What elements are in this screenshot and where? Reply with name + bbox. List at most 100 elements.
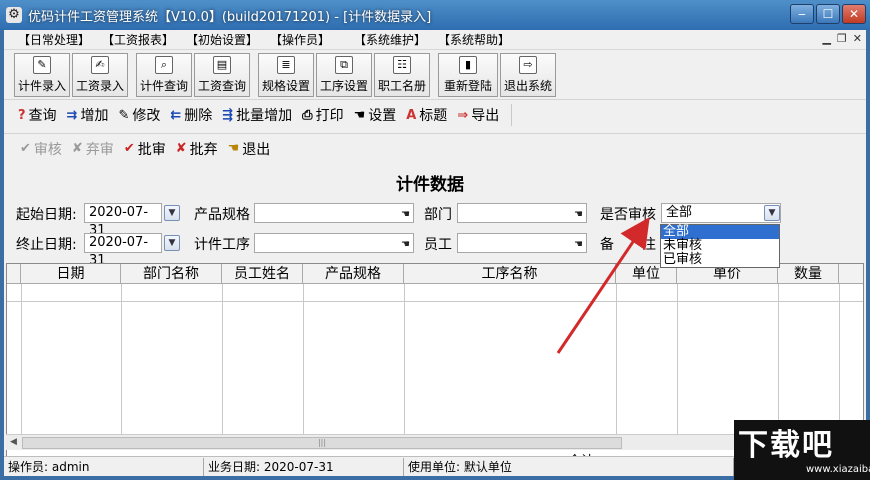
- spec-settings-button[interactable]: ≣ 规格设置: [258, 52, 314, 97]
- end-date-field[interactable]: 2020-07-31: [84, 233, 162, 268]
- wage-entry-icon: ✍: [91, 55, 109, 74]
- column-header[interactable]: 工序名称: [404, 264, 616, 284]
- relogin-button[interactable]: ▮ 重新登陆: [438, 52, 498, 97]
- start-date-field[interactable]: 2020-07-31: [84, 203, 162, 238]
- query-button[interactable]: ? 查询: [18, 105, 57, 125]
- status-business-date: 业务日期: 2020-07-31: [204, 457, 404, 476]
- scroll-left-icon[interactable]: ◀: [10, 437, 17, 447]
- title-bar: ⚙ 优码计件工资管理系统【V10.0】(build20171201) - [计件…: [0, 0, 870, 30]
- edit-button[interactable]: ✎ 修改: [118, 105, 160, 125]
- batch-audit-button[interactable]: ✔ 批审: [124, 139, 166, 159]
- print-icon: ⎙: [302, 107, 313, 123]
- column-header[interactable]: 部门名称: [121, 264, 222, 284]
- end-date-dropdown-icon[interactable]: ▼: [164, 235, 180, 251]
- audit-option[interactable]: 已审核: [661, 253, 779, 267]
- scroll-thumb[interactable]: |||: [22, 437, 622, 449]
- column-header[interactable]: 日期: [21, 264, 121, 284]
- settings-icon: ☚: [353, 107, 366, 123]
- menu-bar: 【日常处理】 【工资报表】 【初始设置】 【操作员】 【系统维护】 【系统帮助】…: [4, 30, 866, 50]
- audit-select[interactable]: 全部: [661, 203, 781, 223]
- title-button[interactable]: A 标题: [406, 105, 447, 125]
- audit-dropdown-list: 全部 未审核 已审核: [660, 224, 780, 268]
- watermark-url: www.xiazaiba.com: [806, 464, 870, 475]
- delete-button[interactable]: ⇇ 删除: [170, 105, 212, 125]
- minimize-button[interactable]: ‒: [790, 4, 814, 24]
- maximize-button[interactable]: ☐: [816, 4, 840, 24]
- end-date-label: 终止日期:: [16, 237, 77, 253]
- watermark-text: 下载吧: [738, 428, 834, 463]
- print-button[interactable]: ⎙ 打印: [302, 105, 343, 125]
- add-button[interactable]: ⇉ 增加: [67, 105, 109, 125]
- menu-system-help[interactable]: 【系统帮助】: [424, 31, 510, 48]
- unaudit-button[interactable]: ✘ 弃审: [72, 139, 114, 159]
- audit-button[interactable]: ✔ 审核: [20, 139, 62, 159]
- app-icon[interactable]: ⚙: [6, 7, 22, 23]
- audit-dropdown-icon[interactable]: ▼: [764, 205, 780, 221]
- piece-query-button[interactable]: ⌕ 计件查询: [136, 52, 192, 97]
- exit-icon: ☚: [227, 141, 240, 156]
- piece-entry-button[interactable]: ✎ 计件录入: [14, 52, 70, 97]
- batch-reject-icon: ✘: [175, 141, 187, 156]
- pick-icon[interactable]: ☚: [574, 236, 583, 254]
- piece-query-icon: ⌕: [155, 55, 173, 74]
- action-toolbar: ? 查询 ⇉ 增加 ✎ 修改 ⇇ 删除 ⇶ 批量增加 ⎙ 打印 ☚ 设置 A 标题 ⇒ 导出: [4, 100, 866, 130]
- audit-toolbar: ✔ 审核 ✘ 弃审 ✔ 批审 ✘ 批弃 ☚ 退出: [4, 133, 866, 163]
- query-icon: ?: [18, 107, 26, 123]
- pick-icon[interactable]: ☚: [401, 236, 410, 254]
- status-operator: 操作员: admin: [4, 457, 204, 476]
- pick-icon[interactable]: ☚: [401, 206, 410, 224]
- settings-button[interactable]: ☚ 设置: [354, 105, 397, 125]
- employee-roster-button[interactable]: ☷ 职工名册: [374, 52, 430, 97]
- relogin-icon: ▮: [459, 55, 477, 74]
- form-title: 计件数据: [396, 175, 464, 195]
- menu-wage-report[interactable]: 【工资报表】: [88, 31, 174, 48]
- column-header[interactable]: 数量: [778, 264, 839, 284]
- employee-field[interactable]: ☚: [457, 233, 587, 253]
- main-toolbar: ✎ 计件录入 ✍ 工资录入 ⌕ 计件查询 ▤ 工资查询 ≣ 规格设置 ⧉ 工序设置 ☷ 职工名…: [4, 50, 866, 100]
- watermark-logo: 下载吧 www.xiazaiba.com: [734, 420, 870, 480]
- audit-option[interactable]: 全部: [661, 225, 779, 239]
- title-icon: A: [406, 107, 417, 123]
- delete-icon: ⇇: [170, 107, 182, 123]
- exit-system-button[interactable]: ⇨ 退出系统: [500, 52, 556, 97]
- batch-add-button[interactable]: ⇶ 批量增加: [222, 105, 292, 125]
- audit-label: 是否审核: [600, 207, 656, 223]
- exit-system-icon: ⇨: [519, 55, 537, 74]
- process-settings-icon: ⧉: [335, 55, 353, 74]
- process-settings-button[interactable]: ⧉ 工序设置: [316, 52, 372, 97]
- window-title: 优码计件工资管理系统【V10.0】(build20171201) - [计件数据…: [28, 9, 432, 25]
- status-unit: 使用单位: 默认单位: [404, 457, 734, 476]
- mdi-minimize-icon[interactable]: ▁: [822, 32, 830, 45]
- menu-operator[interactable]: 【操作员】: [256, 31, 340, 48]
- batch-unaudit-button[interactable]: ✘ 批弃: [176, 139, 218, 159]
- mdi-restore-icon[interactable]: ❐: [837, 32, 847, 45]
- spec-field[interactable]: ☚: [254, 203, 414, 223]
- pick-icon[interactable]: ☚: [574, 206, 583, 224]
- wage-entry-button[interactable]: ✍ 工资录入: [72, 52, 128, 97]
- column-header[interactable]: 产品规格: [303, 264, 404, 284]
- menu-system-maintenance[interactable]: 【系统维护】: [340, 31, 426, 48]
- menu-init-settings[interactable]: 【初始设置】: [172, 31, 258, 48]
- exit-button[interactable]: ☚ 退出: [228, 139, 271, 159]
- main-client-area: 【日常处理】 【工资报表】 【初始设置】 【操作员】 【系统维护】 【系统帮助】…: [4, 30, 866, 476]
- note-label: 备 注: [600, 237, 656, 253]
- close-button[interactable]: ✕: [842, 4, 866, 24]
- dept-field[interactable]: ☚: [457, 203, 587, 223]
- process-label: 计件工序: [194, 237, 250, 253]
- mdi-close-icon[interactable]: ✕: [853, 32, 862, 45]
- process-field[interactable]: ☚: [254, 233, 414, 253]
- menu-daily[interactable]: 【日常处理】: [4, 31, 90, 48]
- batch-add-icon: ⇶: [222, 107, 234, 123]
- employee-roster-icon: ☷: [393, 55, 411, 74]
- export-icon: ⇒: [457, 107, 469, 123]
- start-date-dropdown-icon[interactable]: ▼: [164, 205, 180, 221]
- column-header[interactable]: 员工姓名: [222, 264, 303, 284]
- wage-query-button[interactable]: ▤ 工资查询: [194, 52, 250, 97]
- horizontal-scrollbar[interactable]: ◀ |||: [6, 434, 736, 450]
- add-icon: ⇉: [66, 107, 78, 123]
- piece-entry-icon: ✎: [33, 55, 51, 74]
- check-icon: ✔: [20, 141, 31, 156]
- audit-option[interactable]: 未审核: [661, 239, 779, 253]
- export-button[interactable]: ⇒ 导出: [457, 105, 499, 125]
- dept-label: 部门: [424, 207, 452, 223]
